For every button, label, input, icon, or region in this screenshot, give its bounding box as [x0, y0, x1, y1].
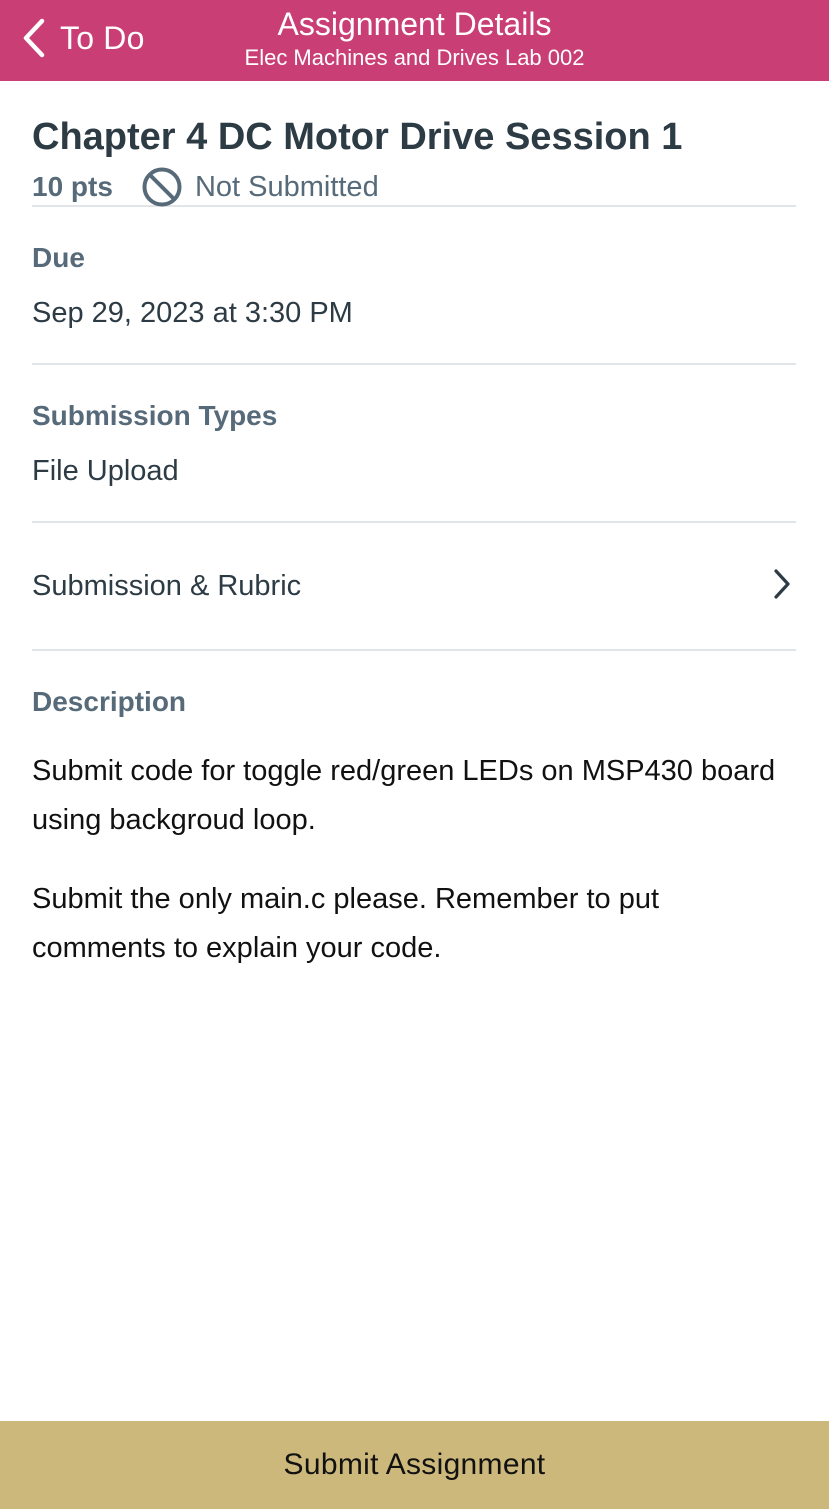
due-label: Due — [32, 242, 85, 273]
status-label: Not Submitted — [194, 170, 379, 203]
assignment-content: Chapter 4 DC Motor Drive Session 1 10 pt… — [32, 81, 796, 973]
submission-types-value: File Upload — [32, 455, 179, 487]
points-label: 10 pts — [32, 171, 113, 202]
course-subtitle: Elec Machines and Drives Lab 002 — [244, 45, 585, 70]
description-paragraph: Submit code for toggle red/green LEDs on… — [32, 755, 776, 836]
assignment-header: Chapter 4 DC Motor Drive Session 1 10 pt… — [32, 81, 796, 207]
due-date: Sep 29, 2023 at 3:30 PM — [32, 297, 353, 329]
not-submitted-icon — [141, 166, 183, 208]
description-label: Description — [32, 686, 187, 717]
description-paragraph: Submit the only main.c please. Remember … — [32, 883, 660, 964]
assignment-meta: 10 pts Not Submitted — [32, 165, 796, 209]
submit-assignment-button[interactable]: Submit Assignment — [0, 1421, 829, 1509]
page-title: Assignment Details — [277, 6, 552, 42]
header-titles: Assignment Details Elec Machines and Dri… — [0, 4, 829, 72]
submission-rubric-label: Submission & Rubric — [32, 569, 302, 602]
submit-assignment-label: Submit Assignment — [283, 1448, 546, 1481]
submission-types-label: Submission Types — [32, 400, 278, 431]
submission-types-section: Submission Types File Upload — [32, 365, 796, 523]
assignment-title: Chapter 4 DC Motor Drive Session 1 — [32, 116, 683, 158]
assignment-details-screen: To Do Assignment Details Elec Machines a… — [0, 0, 829, 1509]
nav-header: To Do Assignment Details Elec Machines a… — [0, 0, 829, 81]
submission-rubric-row[interactable]: Submission & Rubric — [32, 523, 796, 651]
due-section: Due Sep 29, 2023 at 3:30 PM — [32, 207, 796, 365]
description-section: Description Submit code for toggle red/g… — [32, 651, 796, 973]
submission-status: Not Submitted — [141, 166, 379, 208]
chevron-right-icon — [772, 568, 792, 605]
